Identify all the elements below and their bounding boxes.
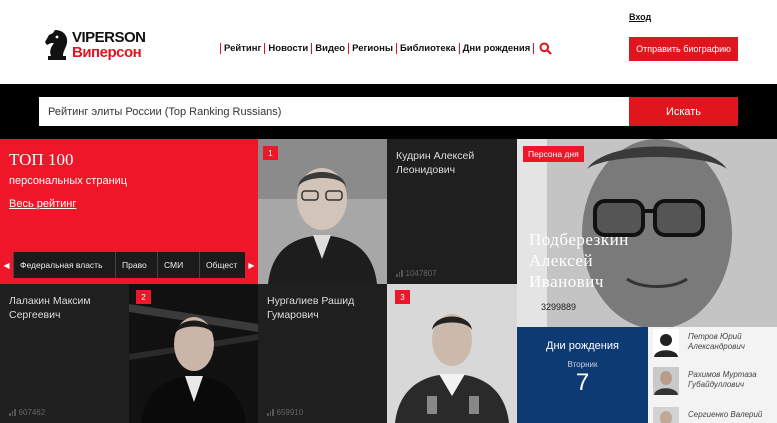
birthday-name-line1: Рахимов Муртаза [688,370,757,379]
birthdays-panel[interactable]: Дни рождения Вторник 7 [517,327,648,423]
person-name-line2: Сергеевич [9,309,61,321]
person-of-day-line2: Алексей [529,251,594,270]
rating-bars-icon [9,409,16,416]
search-button[interactable]: Искать [629,97,738,126]
search-icon[interactable] [539,42,553,55]
birthday-name-line2: Губайдуллович [688,380,745,389]
top100-panel: ТОП 100 персональных страниц Весь рейтин… [0,139,258,284]
rank-badge: 3 [395,290,410,304]
person-name-line1: Кудрин Алексей [396,150,475,162]
views-count-value: 1047807 [405,269,437,278]
birthday-name-line2: Александрович [688,342,745,351]
person-name: Лалакин Максим Сергеевич [9,294,91,322]
top100-subtitle: персональных страниц [9,175,128,187]
person-of-the-day[interactable]: Персона дня Подберезкин Алексей Иванович… [517,139,777,327]
tabs-prev-icon[interactable]: ◀ [0,252,13,278]
person-name-line1: Нургалиев Рашид [267,295,355,307]
views-count-value: 659910 [276,408,304,417]
person-name: Кудрин Алексей Леонидович [396,149,474,177]
birthdays-date: 7 [575,369,590,396]
nav-item-news[interactable]: Новости [264,42,311,54]
views-count: 659910 [267,408,303,417]
nav-item-video[interactable]: Видео [311,42,348,54]
person-name-line2: Леонидович [396,164,456,176]
views-count-value: 607462 [18,408,46,417]
person-tile-lalakin[interactable]: Лалакин Максим Сергеевич 607462 [0,284,129,423]
views-count: 1047807 [396,269,437,278]
birthdays-list: Петров Юрий Александрович Рахимов Муртаз… [648,327,777,423]
nav-item-rating[interactable]: Рейтинг [220,42,264,54]
logo-cyrillic-text: Виперсон [72,44,142,61]
person-of-day-line3: Иванович [529,272,604,291]
avatar [653,329,679,357]
full-rating-link[interactable]: Весь рейтинг [9,198,76,210]
tab-law[interactable]: Право [115,252,157,278]
avatar [653,367,679,395]
site-logo[interactable]: VIPERSON Виперсон [42,28,152,62]
person-name-line2: Гумарович [267,309,319,321]
knight-logo-icon [45,30,68,60]
tabs-next-icon[interactable]: ▶ [245,252,258,278]
tab-media[interactable]: СМИ [157,252,199,278]
person-photo-nurgaliev[interactable]: 3 [387,284,517,423]
birthday-person-name: Сергиенко Валерий [688,410,762,420]
portrait-image [258,139,387,284]
rating-bars-icon [396,270,403,277]
birthday-name-line1: Сергиенко Валерий [688,410,763,419]
views-count: 607462 [9,408,45,417]
person-of-day-badge: Персона дня [523,146,584,162]
main-nav: Рейтинг Новости Видео Регионы Библиотека… [220,41,553,55]
tab-society[interactable]: Общест [199,252,245,278]
rank-badge: 2 [136,290,151,304]
person-name: Нургалиев Рашид Гумарович [267,294,354,322]
birthdays-title: Дни рождения [546,340,619,352]
rank-badge: 1 [263,146,278,160]
list-item[interactable]: Рахимов Муртаза Губайдуллович [648,365,777,398]
tab-federal[interactable]: Федеральная власть [13,252,115,278]
portrait-image [129,284,258,423]
birthday-name-line1: Петров Юрий [688,332,742,341]
person-of-day-views: 3299889 [541,302,577,312]
nav-item-regions[interactable]: Регионы [348,42,396,54]
avatar [653,407,679,423]
person-of-day-line1: Подберезкин [529,230,629,249]
birthdays-weekday: Вторник [567,360,598,369]
person-name-line1: Лалакин Максим [9,295,91,307]
rating-bars-icon [267,409,274,416]
portrait-image [387,284,517,423]
nav-item-birthdays[interactable]: Дни рождения [458,42,535,54]
login-link[interactable]: Вход [629,12,651,22]
person-of-day-name: Подберезкин Алексей Иванович [529,229,629,292]
birthday-person-name: Петров Юрий Александрович [688,332,745,352]
search-band: Рейтинг элиты России (Top Ranking Russia… [0,84,777,139]
category-tabs: ◀ Федеральная власть Право СМИ Общест ▶ [0,252,258,278]
submit-biography-button[interactable]: Отправить биографию [629,37,738,61]
search-input[interactable]: Рейтинг элиты России (Top Ranking Russia… [39,97,629,126]
birthday-person-name: Рахимов Муртаза Губайдуллович [688,370,757,390]
list-item[interactable]: Петров Юрий Александрович [648,327,777,360]
nav-item-library[interactable]: Библиотека [395,42,459,54]
person-tile-kudrin[interactable]: Кудрин Алексей Леонидович 1047807 [387,139,517,284]
person-tile-nurgaliev[interactable]: Нургалиев Рашид Гумарович 659910 [258,284,387,423]
top100-title: ТОП 100 [9,150,74,169]
person-photo-kudrin[interactable]: 1 [258,139,387,284]
person-photo-lalakin[interactable]: 2 [129,284,258,423]
site-header: VIPERSON Виперсон Рейтинг Новости Видео … [0,0,777,84]
list-item[interactable]: Сергиенко Валерий [648,405,777,423]
